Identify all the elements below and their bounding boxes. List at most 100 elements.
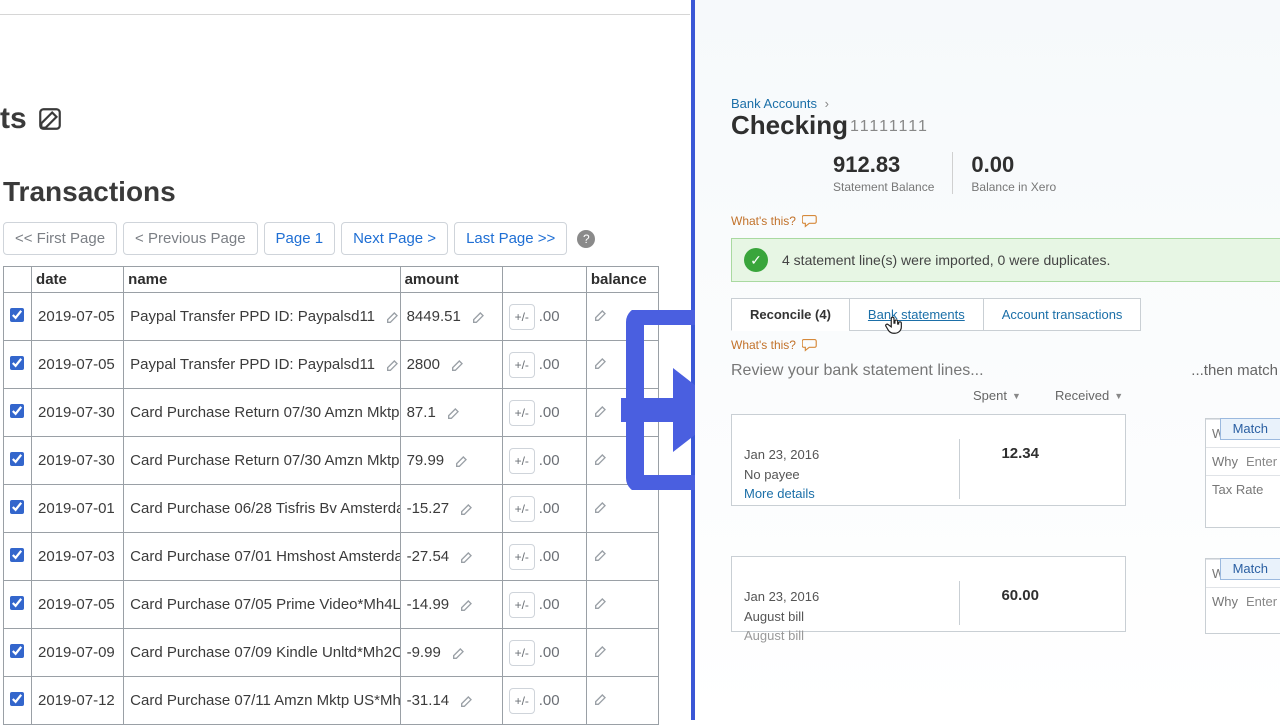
first-page-button[interactable]: << First Page: [3, 222, 117, 255]
edit-name-icon[interactable]: [385, 309, 400, 325]
edit-balance-icon[interactable]: [593, 643, 611, 661]
zero-suffix: .00: [539, 596, 560, 613]
edit-amount-icon[interactable]: [454, 453, 470, 469]
statement-line-text: Jan 23, 2016 August bill August bill: [740, 581, 960, 625]
row-checkbox[interactable]: [10, 404, 24, 418]
edit-balance-icon[interactable]: [593, 307, 611, 325]
row-sign-cell: +/-.00: [502, 293, 586, 341]
toggle-sign-button[interactable]: +/-: [509, 592, 535, 618]
row-checkbox[interactable]: [10, 356, 24, 370]
import-success-banner: ✓ 4 statement line(s) were imported, 0 w…: [731, 238, 1280, 282]
row-name: Card Purchase 06/28 Tisfris Bv Amsterdam: [124, 485, 400, 533]
breadcrumb-link[interactable]: Bank Accounts: [731, 96, 817, 111]
edit-balance-icon[interactable]: [593, 451, 611, 469]
zero-suffix: .00: [539, 452, 560, 469]
whats-this-link-2[interactable]: What's this?: [731, 338, 818, 352]
match-tab[interactable]: Match: [1220, 558, 1280, 580]
edit-balance-icon[interactable]: [593, 547, 611, 565]
row-checkbox[interactable]: [10, 692, 24, 706]
edit-balance-icon[interactable]: [593, 499, 611, 517]
tab-account-tx[interactable]: Account transactions: [983, 298, 1142, 331]
toggle-sign-button[interactable]: +/-: [509, 496, 535, 522]
chevron-down-icon: ▼: [1012, 391, 1021, 401]
row-select[interactable]: [4, 485, 32, 533]
edit-balance-icon[interactable]: [593, 403, 611, 421]
tax-label: Tax Rate: [1212, 482, 1263, 497]
row-checkbox[interactable]: [10, 548, 24, 562]
spent-dropdown[interactable]: Spent▼: [973, 388, 1021, 403]
speech-icon: [802, 338, 818, 352]
row-select[interactable]: [4, 581, 32, 629]
next-page-button[interactable]: Next Page >: [341, 222, 448, 255]
row-date: 2019-07-09: [32, 629, 124, 677]
table-header-row: date name amount balance: [4, 267, 659, 293]
then-match-heading: ...then match: [1191, 362, 1278, 379]
row-select[interactable]: [4, 533, 32, 581]
tab-reconcile[interactable]: Reconcile (4): [731, 298, 850, 331]
row-name: Paypal Transfer PPD ID: Paypalsd11: [124, 341, 400, 389]
match-tax-row[interactable]: Tax Rate: [1206, 475, 1280, 503]
edit-amount-icon[interactable]: [459, 549, 475, 565]
edit-balance-icon[interactable]: [593, 355, 611, 373]
row-sign-cell: +/-.00: [502, 533, 586, 581]
edit-name-icon[interactable]: [385, 357, 400, 373]
row-amount: 79.99: [400, 437, 502, 485]
line-amount: 60.00: [1001, 587, 1039, 604]
edit-balance-icon[interactable]: [593, 691, 611, 709]
breadcrumb-sep: ›: [825, 96, 829, 111]
match-why-row[interactable]: Why Enter: [1206, 447, 1280, 475]
speech-icon: [802, 214, 818, 228]
breadcrumb[interactable]: Bank Accounts ›: [731, 96, 829, 111]
edit-title-icon[interactable]: [37, 106, 63, 132]
row-checkbox[interactable]: [10, 452, 24, 466]
zero-suffix: .00: [539, 308, 560, 325]
row-checkbox[interactable]: [10, 500, 24, 514]
row-checkbox[interactable]: [10, 308, 24, 322]
received-dropdown[interactable]: Received▼: [1055, 388, 1123, 403]
toggle-sign-button[interactable]: +/-: [509, 448, 535, 474]
whats-this-link[interactable]: What's this?: [731, 214, 818, 228]
edit-amount-icon[interactable]: [459, 501, 475, 517]
edit-amount-icon[interactable]: [451, 645, 467, 661]
edit-amount-icon[interactable]: [459, 693, 475, 709]
zero-suffix: .00: [539, 404, 560, 421]
toggle-sign-button[interactable]: +/-: [509, 352, 535, 378]
col-name: name: [124, 267, 400, 293]
row-checkbox[interactable]: [10, 596, 24, 610]
row-checkbox[interactable]: [10, 644, 24, 658]
tab-statements[interactable]: Bank statements: [849, 298, 984, 331]
row-select[interactable]: [4, 677, 32, 725]
statement-line-card[interactable]: Jan 23, 2016 August bill August bill 60.…: [731, 556, 1126, 632]
balance-in-xero-block: 0.00 Balance in Xero: [952, 152, 1074, 194]
row-select[interactable]: [4, 629, 32, 677]
edit-amount-icon[interactable]: [459, 597, 475, 613]
row-name: Paypal Transfer PPD ID: Paypalsd11: [124, 293, 400, 341]
row-date: 2019-07-30: [32, 437, 124, 485]
statement-line-card[interactable]: Jan 23, 2016 No payee More details 12.34: [731, 414, 1126, 506]
row-select[interactable]: [4, 293, 32, 341]
last-page-button[interactable]: Last Page >>: [454, 222, 567, 255]
row-amount: -14.99: [400, 581, 502, 629]
row-select[interactable]: [4, 389, 32, 437]
row-select[interactable]: [4, 437, 32, 485]
toggle-sign-button[interactable]: +/-: [509, 640, 535, 666]
help-icon[interactable]: ?: [577, 230, 595, 248]
zero-suffix: .00: [539, 548, 560, 565]
match-why-row[interactable]: Why Enter: [1206, 587, 1280, 615]
line-detail[interactable]: More details: [744, 484, 955, 504]
edit-amount-icon[interactable]: [446, 405, 462, 421]
table-row: 2019-07-05Card Purchase 07/05 Prime Vide…: [4, 581, 659, 629]
edit-balance-icon[interactable]: [593, 595, 611, 613]
row-name: Card Purchase 07/01 Hmshost Amsterdam S: [124, 533, 400, 581]
row-select[interactable]: [4, 341, 32, 389]
current-page[interactable]: Page 1: [264, 222, 336, 255]
match-tab[interactable]: Match: [1220, 418, 1280, 440]
toggle-sign-button[interactable]: +/-: [509, 544, 535, 570]
prev-page-button[interactable]: < Previous Page: [123, 222, 258, 255]
edit-amount-icon[interactable]: [471, 309, 487, 325]
toggle-sign-button[interactable]: +/-: [509, 400, 535, 426]
row-name: Card Purchase 07/11 Amzn Mktp US*Mh8Av: [124, 677, 400, 725]
toggle-sign-button[interactable]: +/-: [509, 304, 535, 330]
toggle-sign-button[interactable]: +/-: [509, 688, 535, 714]
edit-amount-icon[interactable]: [450, 357, 466, 373]
